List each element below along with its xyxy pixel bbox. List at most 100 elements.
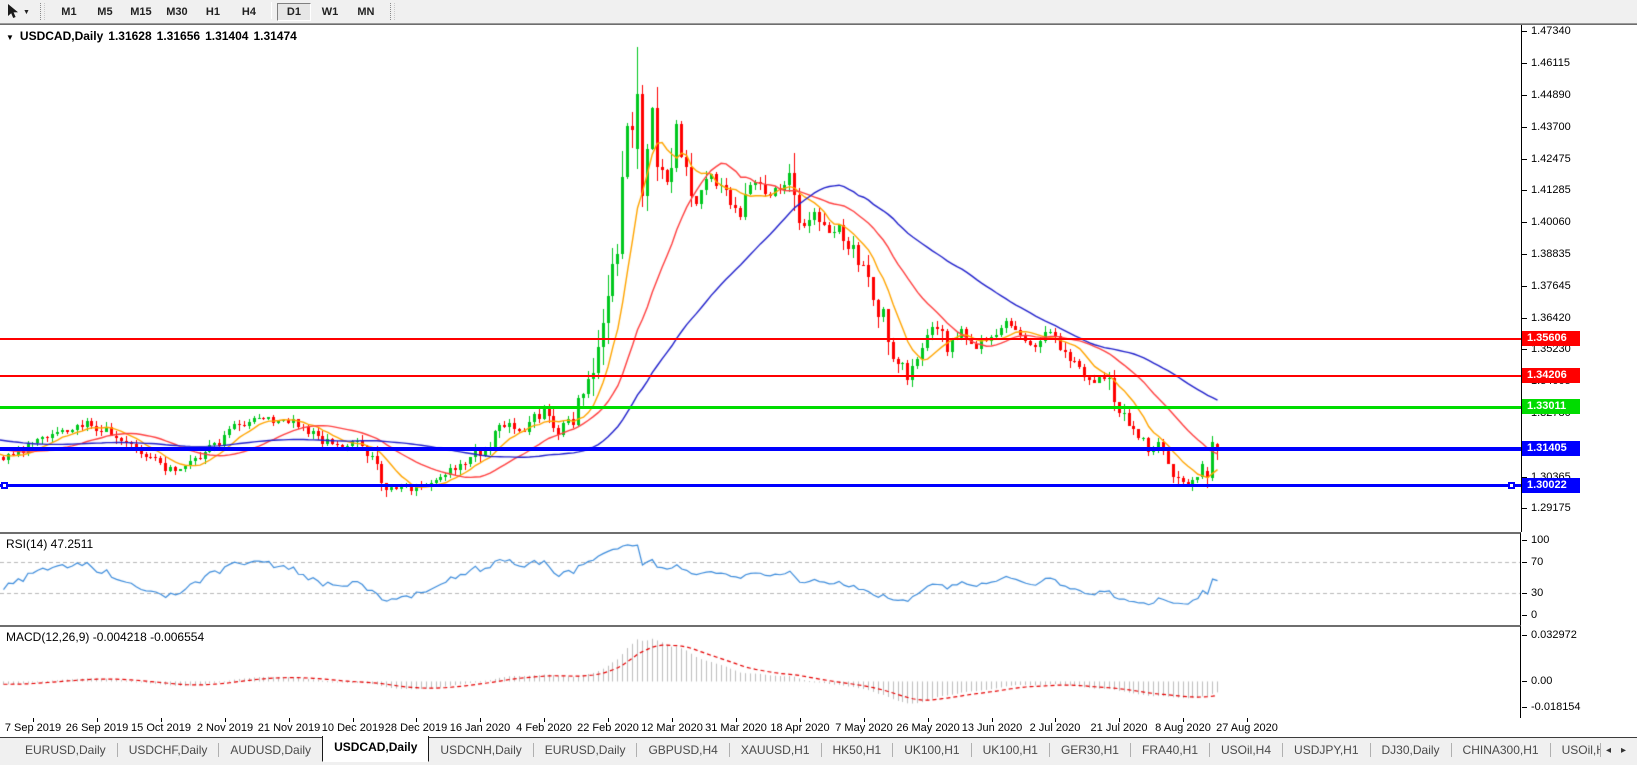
price-axis-tick (1522, 286, 1527, 287)
timeframe-button-h1[interactable]: H1 (196, 3, 230, 21)
date-axis-label: 7 Sep 2019 (4, 722, 62, 734)
chart-tab-usoil-h4[interactable]: USOil,H4 (1210, 738, 1282, 762)
rsi-axis-tick-label: 100 (1531, 534, 1550, 546)
macd-axis-tick-label: 0.00 (1531, 675, 1553, 687)
price-axis-tick (1522, 508, 1527, 509)
price-axis-tick (1522, 31, 1527, 32)
horizontal-line-1.31405[interactable] (0, 447, 1521, 452)
line-handle[interactable] (1508, 482, 1515, 490)
tab-scroll-left-icon[interactable]: ◂ (1601, 745, 1616, 756)
chart-title-dropdown-icon[interactable]: ▼ (6, 33, 14, 42)
timeframe-button-w1[interactable]: W1 (313, 3, 347, 21)
price-axis-tick-label: 1.46115 (1531, 57, 1570, 69)
price-axis-tick-label: 1.47340 (1531, 25, 1571, 37)
price-flag-1.35606: 1.35606 (1522, 331, 1580, 346)
rsi-canvas[interactable] (0, 534, 1520, 625)
chart-title: ▼ USDCAD,Daily 1.31628 1.31656 1.31404 1.3147… (6, 29, 302, 43)
macd-axis-tick (1522, 707, 1527, 708)
timeframe-button-m30[interactable]: M30 (160, 3, 194, 21)
price-axis-tick (1522, 254, 1527, 255)
timeframe-button-h4[interactable]: H4 (232, 3, 266, 21)
mt4-window: ▼ M1 M5 M15 M30 H1 H4 D1 W1 MN ▼ USDCAD,Daily 1.31… (0, 0, 1637, 765)
chart-tab-ger30-h1[interactable]: GER30,H1 (1050, 738, 1130, 762)
cursor-tool-dropdown-icon[interactable]: ▼ (23, 9, 30, 16)
chart-tab-eurusd-daily[interactable]: EURUSD,Daily (534, 738, 637, 762)
rsi-axis-tick (1522, 615, 1527, 616)
macd-axis-tick-label: 0.032972 (1531, 629, 1577, 641)
toolbar-grip[interactable] (39, 3, 45, 20)
timeframe-button-mn[interactable]: MN (349, 3, 383, 21)
quote-low: 1.31404 (205, 29, 249, 43)
date-axis[interactable]: 7 Sep 2019 26 Sep 2019 15 Oct 2019 2 Nov 20… (0, 718, 1637, 737)
chart-tab-xauusd-h1[interactable]: XAUUSD,H1 (730, 738, 821, 762)
toolbar-grip[interactable] (389, 3, 395, 20)
rsi-pane[interactable]: RSI(14) 47.2511 (0, 532, 1521, 625)
rsi-indicator-label: RSI(14) 47.2511 (6, 537, 94, 551)
date-axis-label: 26 May 2020 (896, 722, 960, 734)
timeframe-button-m1[interactable]: M1 (52, 3, 86, 21)
price-axis-tick (1522, 190, 1527, 191)
cursor-arrow-glyph (7, 4, 18, 18)
quote-close: 1.31474 (253, 29, 297, 43)
price-axis-tick-label: 1.40060 (1531, 216, 1571, 228)
quote-open: 1.31628 (108, 29, 152, 43)
date-axis-label: 18 Apr 2020 (770, 722, 830, 734)
chart-tab-list: EURUSD,Daily USDCHF,Daily AUDUSD,Daily USDC… (14, 735, 1600, 765)
chart-tab-dj30-daily[interactable]: DJ30,Daily (1371, 738, 1451, 762)
horizontal-line-1.35606[interactable] (0, 338, 1521, 341)
chart-tab-gbpusd-h4[interactable]: GBPUSD,H4 (637, 738, 728, 762)
chart-tab-usdcad-daily[interactable]: USDCAD,Daily (322, 735, 430, 762)
line-handle[interactable] (1, 482, 8, 490)
chart-tab-usdcnh-daily[interactable]: USDCNH,Daily (429, 738, 532, 762)
chart-tab-china300-h1[interactable]: CHINA300,H1 (1452, 738, 1550, 762)
price-flag-1.31405: 1.31405 (1522, 441, 1580, 456)
tab-scroll-right-icon[interactable]: ▸ (1616, 745, 1631, 756)
chart-tab-usdchf-daily[interactable]: USDCHF,Daily (118, 738, 219, 762)
rsi-axis-tick (1522, 593, 1527, 594)
chart-tab-usoil-h1[interactable]: USOil,H1 (1551, 738, 1600, 762)
chart-tab-uk100-h1[interactable]: UK100,H1 (972, 738, 1049, 762)
horizontal-line-1.33011[interactable] (0, 405, 1521, 409)
price-axis-tick-label: 1.36420 (1531, 312, 1571, 324)
chart-tab-fra40-h1[interactable]: FRA40,H1 (1131, 738, 1209, 762)
chart-tab-usdjpy-h1[interactable]: USDJPY,H1 (1283, 738, 1369, 762)
price-axis-tick-label: 1.42475 (1531, 153, 1571, 165)
cursor-tool-icon[interactable] (4, 3, 22, 21)
chart-tab-uk100-h1[interactable]: UK100,H1 (893, 738, 970, 762)
chart-tab-hk50-h1[interactable]: HK50,H1 (822, 738, 893, 762)
horizontal-line-1.34206[interactable] (0, 374, 1521, 377)
quote-high: 1.31656 (156, 29, 201, 43)
price-pane[interactable]: ▼ USDCAD,Daily 1.31628 1.31656 1.31404 1.3147… (0, 25, 1522, 532)
date-axis-label: 15 Oct 2019 (131, 722, 191, 734)
date-axis-label: 28 Dec 2019 (384, 722, 448, 734)
chart-tab-eurusd-daily[interactable]: EURUSD,Daily (14, 738, 117, 762)
timeframe-button-m5[interactable]: M5 (88, 3, 122, 21)
price-canvas[interactable] (0, 25, 1521, 532)
date-axis-label: 16 Jan 2020 (449, 722, 511, 734)
date-axis-label: 21 Nov 2019 (257, 722, 321, 734)
chart-tab-audusd-daily[interactable]: AUDUSD,Daily (219, 738, 322, 762)
price-axis-tick (1522, 95, 1527, 96)
price-axis[interactable]: 1.47340 1.46115 1.44890 1.43700 1.42475 1.412… (1522, 25, 1637, 718)
rsi-axis-tick (1522, 540, 1527, 541)
timeframe-button-m15[interactable]: M15 (124, 3, 158, 21)
price-flag-1.33011: 1.33011 (1522, 399, 1580, 414)
price-axis-tick (1522, 159, 1527, 160)
macd-axis-tick-label: -0.018154 (1531, 701, 1581, 713)
date-axis-label: 12 Mar 2020 (641, 722, 703, 734)
macd-indicator-label: MACD(12,26,9) -0.004218 -0.006554 (6, 630, 205, 644)
date-axis-label: 7 May 2020 (835, 722, 893, 734)
macd-canvas[interactable] (0, 627, 1520, 718)
date-axis-label: 27 Aug 2020 (1216, 722, 1278, 734)
price-axis-tick-label: 1.29175 (1531, 502, 1571, 514)
price-flag-1.30022: 1.30022 (1522, 478, 1580, 493)
timeframe-button-d1[interactable]: D1 (276, 3, 311, 21)
price-axis-tick (1522, 222, 1527, 223)
rsi-axis-tick-label: 70 (1531, 556, 1544, 568)
horizontal-line-1.30022[interactable] (0, 484, 1521, 488)
date-axis-label: 4 Feb 2020 (516, 722, 572, 734)
chart-window: ▼ USDCAD,Daily 1.31628 1.31656 1.31404 1.3147… (0, 24, 1637, 718)
timeframe-button-group: M1 M5 M15 M30 H1 H4 D1 W1 MN (51, 2, 384, 21)
price-flag-1.34206: 1.34206 (1522, 368, 1580, 383)
macd-pane[interactable]: MACD(12,26,9) -0.004218 -0.006554 (0, 625, 1521, 718)
